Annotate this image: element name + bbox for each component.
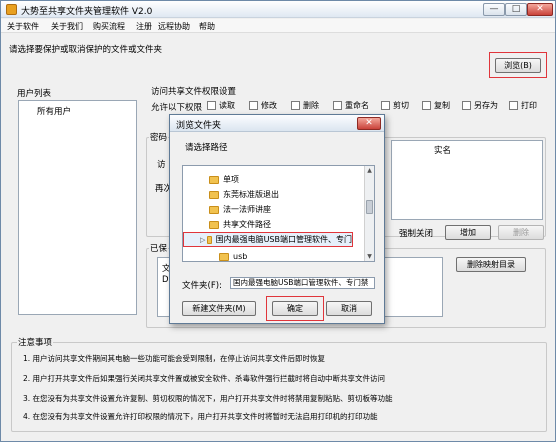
tree-item-label: 法一法师讲座 (223, 205, 271, 214)
menu-purchase[interactable]: 购买流程 (93, 21, 125, 32)
main-window: 大势至共享文件夹管理软件 V2.0 — □ ✕ 关于软件 关于我们 购买流程 注… (0, 0, 556, 442)
perm-label: 读取 (219, 101, 235, 110)
scroll-up-icon[interactable]: ▲ (365, 166, 374, 175)
title-bar[interactable]: 大势至共享文件夹管理软件 V2.0 — □ ✕ (1, 1, 555, 18)
folder-label: 文件夹(F): (182, 281, 222, 291)
tree-item-label: usb (233, 252, 248, 261)
perm-label: 修改 (261, 101, 277, 110)
new-folder-button[interactable]: 新建文件夹(M) (182, 301, 256, 316)
checkbox-box[interactable] (381, 101, 390, 110)
user-list-item[interactable]: 所有用户 (37, 105, 71, 117)
user-list[interactable]: 所有用户 (18, 100, 137, 315)
tree-item[interactable]: 东莞标准版退出 (183, 187, 361, 202)
note-item: 4. 在您没有为共享文件设置允许打印权限的情况下，用户打开共享文件时将暂时无法启… (23, 412, 378, 421)
perm-label: 剪切 (393, 101, 409, 110)
tree-item-label: 单项 (223, 175, 239, 184)
user-list-title: 用户列表 (17, 89, 52, 99)
scroll-thumb[interactable] (366, 200, 373, 214)
menu-help[interactable]: 帮助 (199, 21, 215, 32)
scroll-down-icon[interactable]: ▼ (365, 252, 374, 261)
folder-icon (209, 175, 219, 184)
close-button[interactable]: ✕ (527, 3, 553, 16)
tree-item[interactable]: 法一法师讲座 (183, 202, 361, 217)
perm-read-checkbox[interactable]: 读取 (207, 100, 235, 111)
perm-label: 重命名 (345, 101, 369, 110)
minimize-button[interactable]: — (483, 3, 505, 16)
perm-print-checkbox[interactable]: 打印 (509, 100, 537, 111)
checkbox-box[interactable] (207, 101, 216, 110)
ok-button[interactable]: 确定 (272, 301, 318, 316)
tree-item-label: 共享文件路径 (223, 220, 271, 229)
menu-register[interactable]: 注册 (136, 21, 152, 32)
window-title: 大势至共享文件夹管理软件 V2.0 (21, 7, 153, 17)
tree-item-label: 东莞标准版退出 (223, 190, 279, 199)
tree-item[interactable]: 共享文件路径 (183, 217, 361, 232)
folder-icon (209, 190, 219, 199)
checkbox-box[interactable] (291, 101, 300, 110)
notes-title: 注意事项 (17, 336, 54, 348)
perm-copy-checkbox[interactable]: 复制 (422, 100, 450, 111)
perm-delete-checkbox[interactable]: 删除 (291, 100, 319, 111)
folder-tree[interactable]: 单项 东莞标准版退出 法一法师讲座 共享文件路径 ▷ 国内最强电脑USB端口管理软… (182, 165, 375, 262)
perm-label: 删除 (303, 101, 319, 110)
folder-icon (219, 252, 229, 261)
user-table[interactable]: 实名 (391, 140, 543, 220)
visit-label: 访 (157, 160, 166, 170)
folder-input[interactable]: 国内最强电脑USB端口管理软件、专门禁 (230, 277, 375, 289)
dialog-prompt: 请选择路径 (185, 143, 228, 153)
perm-label: 打印 (521, 101, 537, 110)
folder-icon (207, 235, 212, 244)
tree-item[interactable]: usb (183, 249, 361, 261)
menu-about-software[interactable]: 关于软件 (7, 21, 39, 32)
password-label: 密码 (149, 131, 169, 143)
checkbox-box[interactable] (509, 101, 518, 110)
perm-modify-checkbox[interactable]: 修改 (249, 100, 277, 111)
add-button[interactable]: 增加 (445, 225, 491, 240)
menu-about-us[interactable]: 关于我们 (51, 21, 83, 32)
checkbox-box[interactable] (333, 101, 342, 110)
folder-icon (209, 220, 219, 229)
permission-title: 访问共享文件权限设置 (151, 87, 237, 97)
tree-item-label: 国内最强电脑USB端口管理软件、专门 (215, 235, 352, 244)
dialog-title: 浏览文件夹 (176, 121, 222, 131)
perm-label: 复制 (434, 101, 450, 110)
perm-rename-checkbox[interactable]: 重命名 (333, 100, 369, 111)
allow-label: 允许以下权限 (151, 103, 203, 113)
force-close-label: 强制关闭 (399, 229, 434, 239)
note-item: 3. 在您没有为共享文件设置允许复制、剪切权限的情况下，用户打开共享文件时将禁用… (23, 394, 393, 403)
tree-item[interactable]: 单项 (183, 172, 361, 187)
checkbox-box[interactable] (422, 101, 431, 110)
checkbox-box[interactable] (462, 101, 471, 110)
expand-icon[interactable]: ▷ (200, 236, 205, 244)
maximize-button[interactable]: □ (505, 3, 527, 16)
cancel-button[interactable]: 取消 (326, 301, 372, 316)
app-icon (6, 4, 17, 15)
browse-button[interactable]: 浏览(B) (495, 58, 541, 73)
folder-icon (209, 205, 219, 214)
checkbox-box[interactable] (249, 101, 258, 110)
tree-scrollbar[interactable]: ▲ ▼ (364, 166, 374, 261)
perm-saveas-checkbox[interactable]: 另存为 (462, 100, 498, 111)
menu-bar: 关于软件 关于我们 购买流程 注册 远程协助 帮助 (1, 19, 555, 33)
note-item: 1. 用户访问共享文件期间其电脑一些功能可能会受到限制，在停止访问共享文件后即时… (23, 354, 326, 363)
menu-remote-assist[interactable]: 远程协助 (158, 21, 190, 32)
delete-button[interactable]: 删除 (498, 225, 544, 240)
dialog-close-button[interactable]: ✕ (357, 117, 381, 130)
perm-label: 另存为 (474, 101, 498, 110)
dialog-title-bar[interactable]: 浏览文件夹 ✕ (170, 115, 384, 132)
tree-item-selected[interactable]: ▷ 国内最强电脑USB端口管理软件、专门 (183, 232, 353, 247)
remove-map-button[interactable]: 删除映射目录 (456, 257, 526, 272)
note-item: 2. 用户打开共享文件后如果强行关闭共享文件置或被安全软件、杀毒软件强行拦截时将… (23, 374, 386, 383)
perm-cut-checkbox[interactable]: 剪切 (381, 100, 409, 111)
browse-folder-dialog: 浏览文件夹 ✕ 请选择路径 单项 东莞标准版退出 法一法师讲座 共享文件路径 ▷… (169, 114, 385, 324)
select-prompt: 请选择要保护或取消保护的文件或文件夹 (9, 45, 163, 55)
protected-label: 已保 (149, 242, 169, 254)
column-header: 实名 (434, 146, 452, 156)
